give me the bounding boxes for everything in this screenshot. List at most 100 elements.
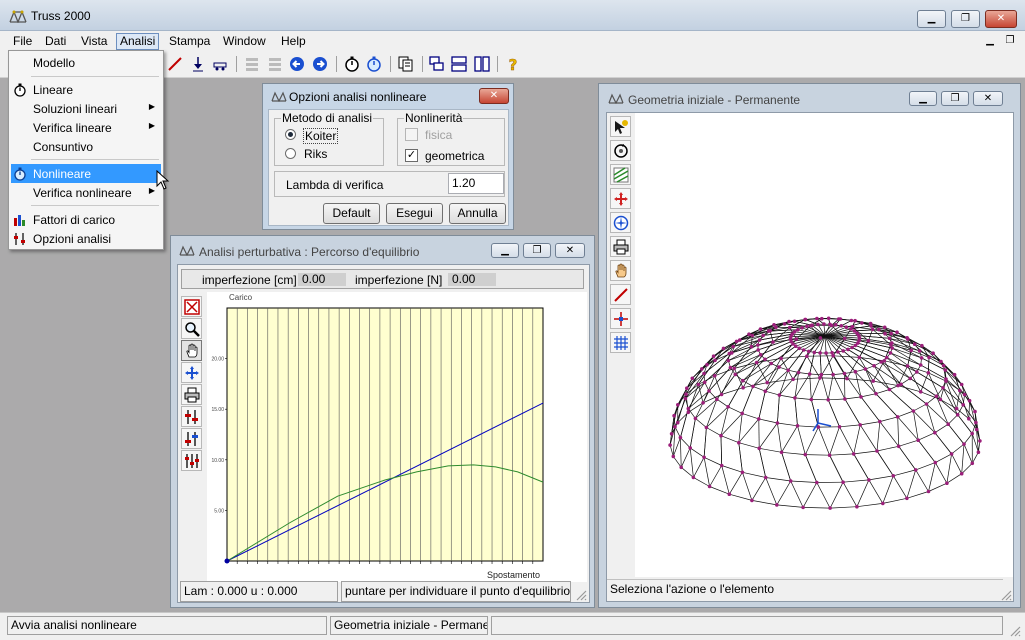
mdi-restore-button[interactable]: ❐: [1002, 33, 1018, 48]
geometry-minimize-button[interactable]: ▁: [909, 91, 937, 106]
parameter-tool-3[interactable]: [181, 450, 202, 471]
menu-window[interactable]: Window: [219, 33, 270, 50]
move-arrows-icon: [184, 365, 199, 380]
resize-grip-icon[interactable]: [1000, 589, 1012, 601]
menu-item-fattori-di-carico[interactable]: Fattori di carico: [11, 210, 161, 229]
esegui-button[interactable]: Esegui: [386, 203, 443, 224]
dome-node: [747, 332, 751, 336]
dome-node: [797, 346, 802, 351]
draw-member-tool[interactable]: [610, 284, 631, 305]
copy-tool[interactable]: [397, 55, 415, 73]
dome-view[interactable]: [635, 113, 1013, 577]
menu-vista[interactable]: Vista: [77, 33, 111, 50]
geometrica-label[interactable]: geometrica: [425, 149, 484, 163]
koiter-label[interactable]: Koiter: [303, 128, 339, 144]
rotate-tool[interactable]: [610, 140, 631, 161]
hand-icon: [614, 263, 626, 277]
menu-item-verifica-lineare[interactable]: Verifica lineare ▶: [11, 118, 161, 137]
linear-analysis-button[interactable]: [343, 55, 361, 73]
resize-grip-icon[interactable]: [1009, 625, 1021, 637]
fisica-checkbox[interactable]: [405, 128, 418, 141]
nonlinear-options-dialog[interactable]: Opzioni analisi nonlineare ✕ Metodo di a…: [262, 83, 514, 230]
load-tool[interactable]: [189, 55, 207, 73]
perturbative-maximize-button[interactable]: ❐: [523, 243, 551, 258]
tile-vertical-button[interactable]: [473, 55, 491, 73]
pan-move-tool[interactable]: [610, 188, 631, 209]
line-icon: [613, 287, 628, 302]
dome-node: [853, 369, 858, 374]
back-button[interactable]: [288, 55, 306, 73]
dome-node: [806, 349, 811, 354]
menu-item-nonlineare[interactable]: Nonlineare: [11, 164, 161, 183]
dialog-close-button[interactable]: ✕: [479, 88, 509, 104]
zoom-extents-tool[interactable]: [181, 296, 202, 317]
menu-item-soluzioni-lineari[interactable]: Soluzioni lineari ▶: [11, 99, 161, 118]
list-tool-2[interactable]: [266, 55, 284, 73]
riks-label[interactable]: Riks: [304, 147, 327, 161]
geometry-close-button[interactable]: ✕: [973, 91, 1003, 106]
dome-node: [787, 319, 791, 324]
metodo-group: Metodo di analisi Koiter Riks: [274, 111, 384, 166]
print-tool[interactable]: [181, 384, 202, 405]
truss-app-icon: [271, 91, 287, 102]
main-titlebar[interactable]: Truss 2000 ▁ ❐ ✕: [0, 0, 1025, 31]
geometry-window[interactable]: Geometria iniziale - Permanente ▁ ❐ ✕ Se…: [598, 83, 1021, 608]
node-tool[interactable]: [610, 308, 631, 329]
close-button[interactable]: ✕: [985, 10, 1017, 28]
parameter-tool-2[interactable]: [181, 428, 202, 449]
mdi-minimize-button[interactable]: ▁: [982, 33, 998, 48]
nonlinear-analysis-button[interactable]: [365, 55, 383, 73]
perturbative-close-button[interactable]: ✕: [555, 243, 585, 258]
select-tool[interactable]: [610, 116, 631, 137]
grid-tool[interactable]: [610, 332, 631, 353]
menu-item-modello[interactable]: Modello: [11, 53, 161, 72]
constraint-tool[interactable]: [211, 55, 229, 73]
tile-horizontal-button[interactable]: [450, 55, 468, 73]
menu-item-opzioni-analisi[interactable]: Opzioni analisi: [11, 229, 161, 248]
dome-node: [836, 350, 840, 354]
menu-stampa[interactable]: Stampa: [165, 33, 214, 50]
help-button[interactable]: ?: [504, 55, 522, 73]
menu-item-label: Verifica nonlineare: [33, 186, 132, 200]
koiter-radio[interactable]: [285, 129, 296, 140]
dialog-titlebar[interactable]: Opzioni analisi nonlineare ✕: [263, 84, 513, 106]
menu-item-lineare[interactable]: Lineare: [11, 80, 161, 99]
parameter-tool-1[interactable]: [181, 406, 202, 427]
dome-node: [915, 370, 919, 374]
print-tool[interactable]: [610, 236, 631, 257]
menu-item-consuntivo[interactable]: Consuntivo: [11, 137, 161, 156]
draw-member-tool[interactable]: [166, 55, 184, 73]
annulla-button[interactable]: Annulla: [449, 203, 506, 224]
forward-button[interactable]: [311, 55, 329, 73]
cascade-windows-button[interactable]: [428, 55, 446, 73]
dome-node: [912, 342, 917, 346]
perturbative-minimize-button[interactable]: ▁: [491, 243, 519, 258]
lambda-input[interactable]: 1.20: [448, 173, 504, 194]
geometrica-checkbox[interactable]: ✓: [405, 149, 418, 162]
perturbative-window[interactable]: Analisi perturbativa : Percorso d'equili…: [170, 235, 595, 608]
layers-tool[interactable]: [610, 164, 631, 185]
geometry-window-titlebar[interactable]: Geometria iniziale - Permanente ▁ ❐ ✕: [599, 84, 1020, 107]
menu-dati[interactable]: Dati: [41, 33, 70, 50]
menu-analisi[interactable]: Analisi: [116, 33, 160, 50]
view-center-tool[interactable]: [610, 212, 631, 233]
zoom-tool[interactable]: [181, 318, 202, 339]
maximize-button[interactable]: ❐: [951, 10, 980, 28]
menu-file[interactable]: File: [9, 33, 36, 50]
pan-move-tool[interactable]: [181, 362, 202, 383]
riks-radio[interactable]: [285, 148, 296, 159]
minimize-button[interactable]: ▁: [917, 10, 946, 28]
menu-help[interactable]: Help: [277, 33, 310, 50]
geometry-maximize-button[interactable]: ❐: [941, 91, 969, 106]
resize-grip-icon[interactable]: [575, 589, 587, 601]
default-button[interactable]: Default: [323, 203, 380, 224]
list-tool-1[interactable]: [243, 55, 261, 73]
menu-item-verifica-nonlineare[interactable]: Verifica nonlineare ▶: [11, 183, 161, 202]
equilibrium-chart[interactable]: 5.00 10.00 15.00 20.00 Carico Spostamento: [207, 292, 587, 582]
analisi-dropdown-menu: Modello Lineare Soluzioni lineari ▶ Verif…: [8, 50, 164, 250]
hand-tool[interactable]: [181, 340, 202, 361]
dome-node: [719, 392, 724, 397]
perturbative-window-titlebar[interactable]: Analisi perturbativa : Percorso d'equili…: [171, 236, 594, 259]
hand-tool[interactable]: [610, 260, 631, 281]
dome-node: [815, 480, 819, 485]
